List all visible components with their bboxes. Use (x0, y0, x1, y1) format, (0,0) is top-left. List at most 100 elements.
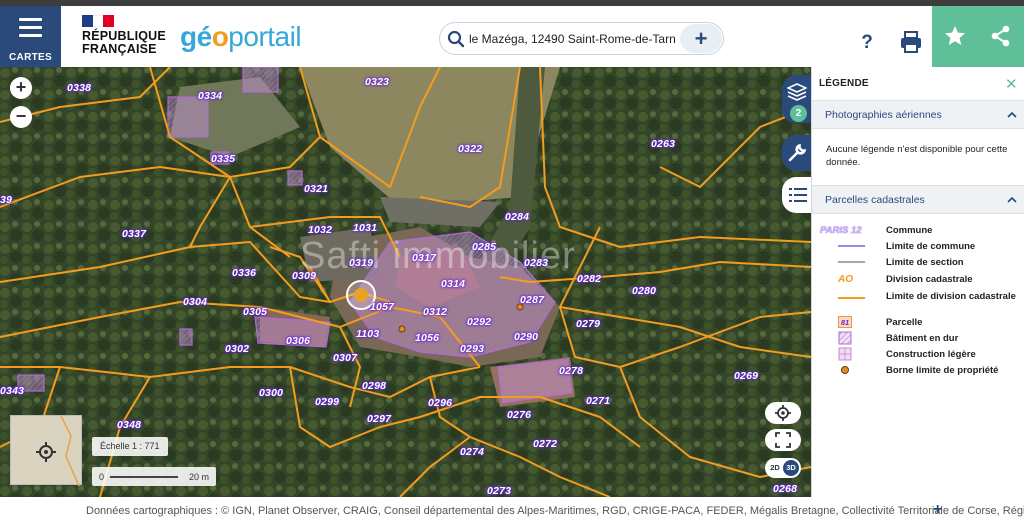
parcel-label: 0304 (183, 296, 208, 308)
view-mode-toggle[interactable]: 2D 3D (765, 458, 801, 478)
parcel-label: 1056 (415, 332, 440, 344)
legend-item-label: Division cadastrale (886, 274, 973, 285)
parcel-label: 0290 (514, 331, 539, 343)
french-flag-icon (82, 15, 115, 27)
geoportail-logo[interactable]: géoportail (180, 21, 302, 52)
legend-section-aerial-title: Photographies aériennes (825, 109, 942, 121)
print-icon (901, 31, 921, 53)
legend-list-icon (789, 188, 807, 202)
scale-start: 0 (99, 472, 105, 482)
parcel-symbol-text: 81 (838, 316, 852, 328)
legend-item-label: Commune (886, 225, 933, 236)
parcel-label: 0269 (734, 370, 759, 382)
legend-tool-button[interactable] (782, 177, 811, 213)
parcel-label: 0334 (198, 90, 223, 102)
parcel-label: 0271 (586, 395, 611, 407)
overview-minimap[interactable] (10, 415, 82, 486)
favorite-button[interactable] (932, 6, 978, 67)
brand-part1: gé (180, 21, 212, 52)
view-3d-option[interactable]: 3D (783, 460, 799, 476)
legend-item-label: Limite de division cadastrale (886, 291, 1016, 302)
brand-part3: portail (228, 21, 302, 52)
attribution-expand-button[interactable]: + (933, 501, 942, 519)
print-button[interactable] (894, 25, 928, 59)
help-button[interactable]: ? (852, 28, 882, 58)
scale-bar: 0 20 m (92, 467, 216, 486)
zoom-in-button[interactable]: + (10, 77, 32, 99)
zoom-out-button[interactable]: − (10, 106, 32, 128)
legend-item-batiment-dur: Bâtiment en dur (812, 331, 1024, 346)
rf-line2: FRANÇAISE (82, 42, 157, 56)
parcel-label: 1032 (308, 224, 333, 236)
parcel-label: 0319 (349, 257, 374, 269)
parcel-label: 0273 (487, 485, 512, 497)
geolocate-button[interactable] (765, 402, 801, 424)
division-limit-line-icon (838, 297, 865, 299)
legend-item-parcelle: 81 Parcelle (812, 315, 1024, 330)
brand-part2: o (211, 21, 229, 52)
parcel-label: 1031 (353, 222, 378, 234)
share-button[interactable] (978, 6, 1024, 67)
tools-button[interactable] (782, 135, 811, 171)
parcel-label: 0302 (225, 343, 250, 355)
parcel-symbol: 81 (820, 315, 865, 330)
parcel-label: 0321 (304, 183, 329, 195)
parcel-label: 0280 (632, 285, 657, 297)
parcel-label: 0274 (460, 446, 485, 458)
legend-item-construction-legere: Construction légère (812, 347, 1024, 362)
parcel-label: 0263 (651, 138, 676, 150)
parcel-label: 0287 (520, 294, 545, 306)
legend-no-data-text: Aucune légende n'est disponible pour cet… (826, 144, 1008, 168)
attribution-bar: Données cartographiques : © IGN, Planet … (0, 497, 1024, 526)
legend-title: LÉGENDE (819, 78, 869, 89)
search-icon[interactable] (447, 30, 465, 48)
minimap-locate-icon (36, 416, 80, 486)
legend-section-aerial[interactable]: Photographies aériennes (812, 100, 1024, 129)
parcel-label: 0306 (286, 335, 311, 347)
legend-item-label: Borne limite de propriété (886, 365, 999, 376)
republique-francaise-logo[interactable]: RÉPUBLIQUE FRANÇAISE (82, 15, 166, 56)
parcel-label: 0307 (333, 352, 358, 364)
chevron-up-icon (1007, 111, 1017, 118)
scale-end: 20 m (188, 472, 209, 482)
legend-section-cadastre[interactable]: Parcelles cadastrales (812, 185, 1024, 214)
search-input[interactable] (469, 30, 679, 48)
parcel-label: 0279 (576, 318, 601, 330)
property-marker-icon (841, 366, 849, 374)
map-view[interactable]: Safti immobilier 0338 0334 0323 0322 0263 033… (0, 67, 811, 497)
fullscreen-button[interactable] (765, 429, 801, 451)
parcel-label: 0272 (533, 438, 558, 450)
legend-panel: LÉGENDE ✕ Photographies aériennes Aucune… (811, 67, 1024, 497)
parcel-label: 0278 (559, 365, 584, 377)
hard-building-icon (838, 331, 852, 345)
parcel-label: 0297 (367, 413, 392, 425)
legend-item-limite-section: Limite de section (812, 255, 1024, 270)
search-add-button[interactable]: + (680, 24, 722, 53)
layers-tool-button[interactable]: 2 (782, 75, 811, 123)
parcel-label: 0317 (412, 252, 437, 264)
expand-icon (775, 432, 791, 448)
star-icon (945, 26, 965, 45)
parcel-label: 0312 (423, 306, 448, 318)
legend-item-limite-commune: Limite de commune (812, 239, 1024, 254)
parcel-label: 1103 (356, 328, 380, 340)
parcel-label: 0338 (67, 82, 92, 94)
parcel-label: 0268 (773, 483, 798, 495)
scale-ratio: Échelle 1 : 771 (92, 437, 168, 456)
parcel-label: 0300 (259, 387, 284, 399)
parcel-label: 0309 (292, 270, 317, 282)
menu-icon (19, 18, 42, 42)
close-legend-button[interactable]: ✕ (1005, 75, 1018, 93)
top-bar: CARTES RÉPUBLIQUE FRANÇAISE géoportail +… (0, 0, 1024, 67)
cartes-menu-button[interactable]: CARTES (0, 6, 61, 67)
parcel-label: 0323 (365, 76, 390, 88)
parcel-label: 0298 (362, 380, 387, 392)
view-2d-option[interactable]: 2D (767, 460, 783, 476)
aerial-photo-cadastre (0, 67, 811, 497)
cartes-label: CARTES (9, 52, 52, 63)
parcel-label: 0285 (472, 241, 497, 253)
legend-item-label: Construction légère (886, 349, 976, 360)
parcel-label: 0299 (315, 396, 340, 408)
parcel-label: 0314 (441, 278, 466, 290)
legend-item-borne: Borne limite de propriété (812, 363, 1024, 378)
